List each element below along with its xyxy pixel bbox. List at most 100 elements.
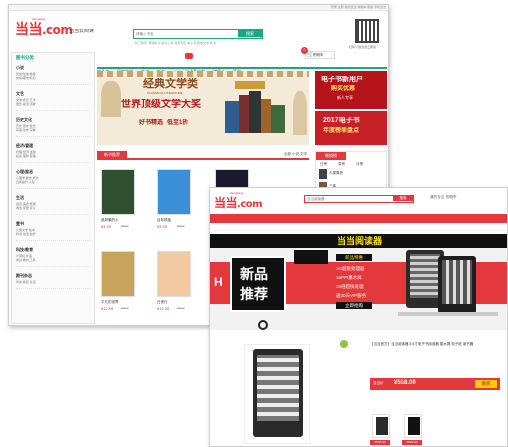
new-user-ad-sub: 新人专享: [337, 95, 353, 100]
category-title[interactable]: 文艺: [16, 91, 90, 97]
book-cover[interactable]: [157, 251, 191, 297]
book-title[interactable]: 白夜行: [157, 300, 207, 305]
rank-item-1[interactable]: 人类简史: [329, 171, 343, 176]
book-cover[interactable]: [101, 169, 135, 215]
thumb-1[interactable]: [372, 414, 390, 438]
hot-words[interactable]: 热门搜索: 畅销好书 新书上架 免费专区 电子书 网络文学 听书: [135, 41, 265, 46]
cart-link[interactable]: 购物车: [446, 195, 457, 199]
category-link[interactable]: 摄影 动漫 诗歌: [16, 102, 90, 106]
search-input[interactable]: [136, 31, 232, 37]
hero-spec-line: 16PPI墨水屏: [336, 275, 362, 280]
rank-cover-1[interactable]: [319, 169, 327, 179]
category-link[interactable]: 投资 理财 营销: [16, 154, 90, 158]
site-logo[interactable]: 当当.com dangdang: [15, 17, 73, 39]
section-tab-novel[interactable]: 小说: [292, 152, 299, 156]
hero-spec-line: 送30天VIP服务: [336, 293, 367, 298]
thumb-2[interactable]: [404, 414, 422, 438]
category-link[interactable]: 考试 教材 工具: [16, 258, 90, 262]
top-links-2: 我的当当 购物车: [430, 195, 456, 200]
section-tab-all[interactable]: 全部: [284, 152, 291, 156]
category-link[interactable]: 自我提升 人际: [16, 180, 90, 184]
hero-circle-deco: [258, 320, 268, 330]
section-tabs: 全部 小说 文学: [284, 152, 307, 157]
my-account-link[interactable]: 我的当当: [430, 195, 444, 199]
category-link[interactable]: 两性 家居 育儿: [16, 206, 90, 210]
banner-deco-right: [293, 91, 307, 135]
cart-label: 购物车: [313, 53, 324, 57]
book-price: ¥3.99: [157, 224, 168, 229]
thumb-price-2: ¥699.00: [402, 440, 422, 445]
category-group: 童书 儿童文学 绘本 科普 动漫 益智: [16, 221, 90, 241]
search-box-2: 搜索: [304, 195, 414, 203]
main-nav: 电子书网络文学原创听书当当云阅读客户端储值卡签到: [97, 60, 387, 74]
sidebar-title: 图书分类: [16, 55, 34, 60]
thumb-price-1: ¥558.00: [370, 440, 390, 445]
promo-banner[interactable]: 经典文学类 CLASSICAL LITERATURE 世界顶级文学大奖 好书精选…: [97, 71, 309, 145]
category-title[interactable]: 经济/管理: [16, 143, 90, 149]
hero-banner[interactable]: H 新品 推荐 新品特惠 1G超极处理器 16PPI墨水屏 32倍超快处理 送30天V…: [210, 248, 507, 330]
book-old-price: ¥29.0: [177, 306, 185, 310]
hero-spec-line: 1G超极处理器: [336, 266, 365, 271]
category-group: 科技/教育 计算机 外语 考试 教材 工具: [16, 247, 90, 267]
banner-subline: 世界顶级文学大奖: [121, 99, 201, 110]
search-input-2[interactable]: [307, 196, 387, 201]
new-user-ad[interactable]: 电子书新用户 购买优惠 新人专享: [315, 71, 387, 109]
book-title[interactable]: 追风筝的人: [101, 218, 151, 223]
annual-rank-ad[interactable]: 2017电子书 年度榜单盘点: [315, 111, 387, 145]
logo-text-2: 当当: [214, 196, 238, 210]
hero-title-bar: 当当阅读器: [210, 234, 507, 248]
cart-button[interactable]: 🛒 购物车: [305, 51, 335, 59]
book-title[interactable]: 平凡的世界: [101, 300, 151, 305]
search-box: 搜索: [133, 29, 263, 39]
main-nav-2: 全部商品分类 首页 图书 电子书 网络文学 服装 运动户外 孕婴童 家居 家纺 箱包 Apple 电脑: [210, 214, 507, 228]
hero-buy-button[interactable]: 立即抢购: [336, 302, 372, 309]
category-title[interactable]: 童书: [16, 221, 90, 227]
hero-shelf: [398, 312, 498, 316]
search-button[interactable]: 搜索: [238, 30, 262, 37]
category-link[interactable]: 时尚 新闻 生活: [16, 280, 90, 284]
category-link[interactable]: 科普 动漫 益智: [16, 232, 90, 236]
book-cover[interactable]: [157, 169, 191, 215]
new-user-ad-line2: 购买优惠: [331, 86, 356, 92]
annual-rank-ad-line2: 年度榜单盘点: [323, 128, 360, 134]
price-value: ¥558.00: [394, 380, 416, 386]
annual-rank-ad-line1: 2017电子书: [323, 117, 360, 124]
category-link[interactable]: 言情/都市/科幻: [16, 76, 90, 80]
site-logo-2[interactable]: 当当.com dangdang: [214, 191, 263, 212]
category-link[interactable]: 军事 哲学 宗教: [16, 128, 90, 132]
rank-tab-week[interactable]: 周榜: [338, 162, 345, 166]
reader-device-2: [438, 256, 476, 314]
category-title[interactable]: 科技/教育: [16, 247, 90, 253]
book-price: ¥4.99: [101, 224, 112, 229]
category-group: 心理/励志 心理学 励志 成功 自我提升 人际: [16, 169, 90, 189]
category-sidebar: 图书分类 小说 武侠/仙侠/悬疑 言情/都市/科幻 文艺 文学 传记 艺术 摄影 动漫 诗…: [11, 52, 95, 324]
banner-headline: 经典文学类: [143, 78, 198, 90]
category-title[interactable]: 历史文化: [16, 117, 90, 123]
banner-deco-left: [101, 81, 121, 117]
rank-title: 畅销榜: [316, 152, 346, 160]
rank-tab-day[interactable]: 日榜: [320, 162, 327, 166]
book-title[interactable]: 百年孤独: [157, 218, 207, 223]
logo-sub: dangdang: [32, 17, 46, 21]
book-stack-illustration: [225, 81, 285, 135]
logo-sub-2: dangdang: [230, 191, 244, 195]
category-title[interactable]: 心理/励志: [16, 169, 90, 175]
section-tab-lit[interactable]: 文学: [300, 152, 307, 156]
product-description[interactable]: 【当当官方】当当阅读器 8 6寸电子书阅读器 墨水屏 电子纸 读书器: [370, 342, 504, 356]
top-links[interactable]: 登录 注册 我的当当 购物车 帮助 手机当当: [331, 5, 386, 10]
reader-product-window: 当当.com dangdang 搜索 我的当当 购物车 全部商品分类首页图书电子…: [209, 187, 508, 447]
logo-text: 当当: [15, 22, 43, 38]
book-old-price: ¥19.8: [121, 224, 129, 228]
banner-promo-discount: 低至1折: [167, 120, 189, 126]
cart-count-badge: 0: [301, 47, 308, 54]
search-button-2[interactable]: 搜索: [393, 196, 413, 201]
category-title[interactable]: 期刊杂志: [16, 273, 90, 279]
book-old-price: ¥15.0: [177, 224, 185, 228]
book-cover[interactable]: [101, 251, 135, 297]
buy-button[interactable]: 购买: [475, 380, 497, 388]
top-bar: 登录 注册 我的当当 购物车 帮助 手机当当: [9, 5, 388, 11]
category-title[interactable]: 小说: [16, 65, 90, 71]
product-image[interactable]: [244, 344, 310, 444]
category-title[interactable]: 生活: [16, 195, 90, 201]
rank-tab-month[interactable]: 月榜: [356, 162, 363, 166]
